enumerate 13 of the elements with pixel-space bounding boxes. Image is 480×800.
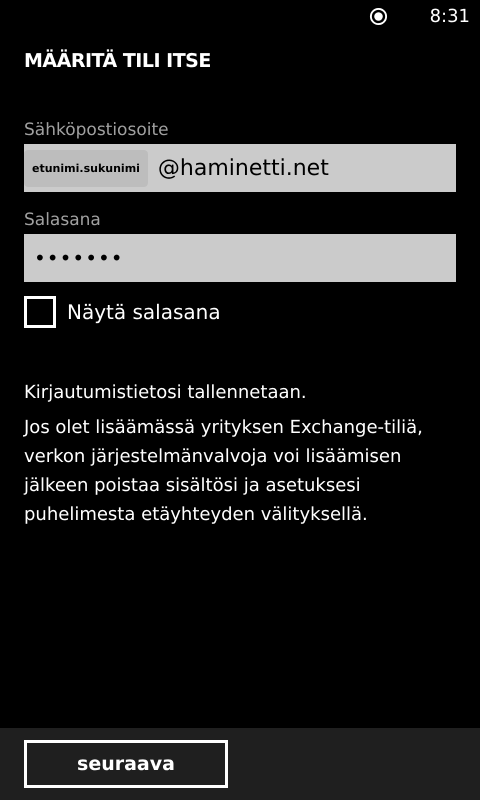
info-text: Kirjautumistietosi tallennetaan. (24, 381, 308, 405)
password-field[interactable]: ••••••• (24, 234, 456, 282)
field-label: Salasana (24, 210, 102, 232)
checkbox[interactable] (24, 296, 56, 328)
info-text: Jos olet lisäämässä yrityksen Exchange-tiliä, verkon järjestelmänvalvoja voi lisäämisen jälkeen poistaa sisältösi ja asetuksesi puhelimesta etäyhteyden välityksellä. (24, 416, 424, 527)
clock-time: 8:31 (430, 6, 470, 26)
field-label: Sähköpostiosoite (24, 120, 170, 142)
email-field[interactable]: etunimi.sukunimi @haminetti.net (24, 144, 456, 192)
page-title: MÄÄRITÄ TILI ITSE (24, 50, 212, 74)
redaction-label: etunimi.sukunimi (24, 150, 148, 186)
next-button[interactable]: seuraava (24, 740, 228, 788)
location-icon (368, 6, 388, 26)
checkbox-label[interactable]: Näytä salasana (67, 300, 221, 324)
